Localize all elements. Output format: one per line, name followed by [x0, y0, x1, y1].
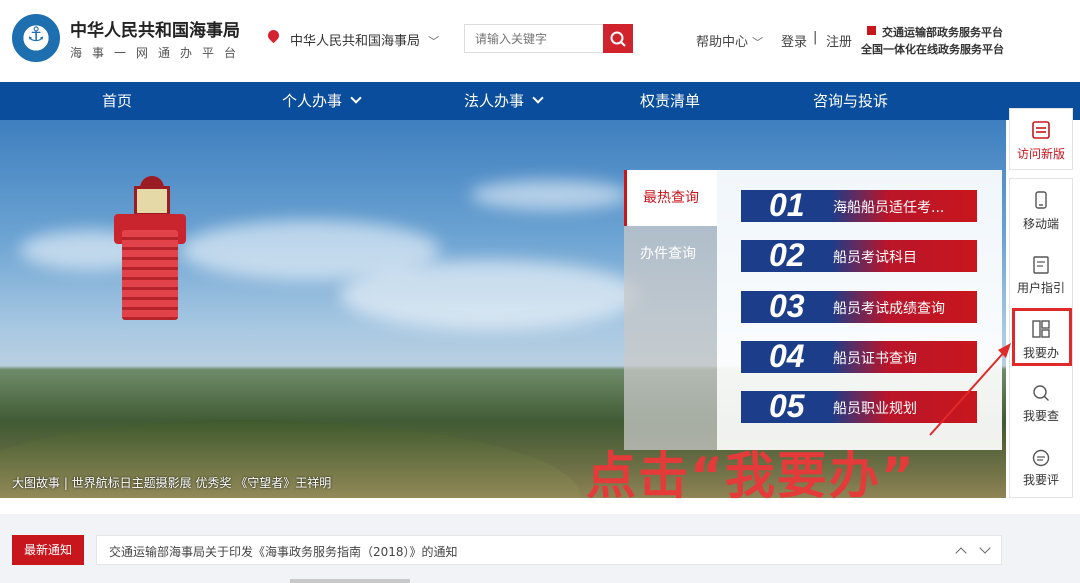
sidebar-item-mobile[interactable]: 移动端: [1010, 215, 1072, 232]
query-item-number: 02: [769, 237, 805, 273]
instruction-annotation: 点击“我要办”: [586, 447, 916, 505]
sidebar-item-user-guide[interactable]: 用户指引: [1010, 279, 1072, 296]
search-button[interactable]: [603, 24, 633, 53]
notice-tag: 最新通知: [12, 535, 84, 565]
query-item-number: 04: [769, 338, 805, 374]
visit-new-version-label: 访问新版: [1016, 147, 1065, 161]
chevron-down-icon: ﹀: [428, 35, 440, 48]
apply-highlight-box: [1012, 308, 1072, 366]
tab-hot-queries[interactable]: 最热查询: [624, 170, 717, 226]
sidebar-item-query[interactable]: 我要查: [1010, 407, 1072, 424]
visit-new-version-button[interactable]: 访问新版: [1009, 108, 1073, 170]
chevron-down-icon[interactable]: [979, 542, 991, 554]
swap-icon: [1032, 121, 1050, 139]
banner-caption[interactable]: 大图故事 | 世界航标日主题摄影展 优秀奖 《守望者》王祥明: [12, 474, 331, 491]
nav-consult-label: 咨询与投诉: [813, 92, 889, 110]
query-item-label: 海船船员适任考...: [833, 200, 945, 216]
nav-home-label: 首页: [102, 92, 133, 110]
nav-home[interactable]: 首页: [102, 82, 132, 120]
query-item[interactable]: 02 船员考试科目: [741, 237, 977, 273]
query-item-number: 03: [769, 288, 805, 324]
sidebar-item-evaluate[interactable]: 我要评: [1010, 471, 1072, 488]
nav-corporate[interactable]: 法人办事: [464, 82, 544, 120]
divider: |: [813, 30, 818, 45]
main-nav: 首页 个人办事 法人办事 权责清单 咨询与投诉: [0, 82, 1080, 120]
platform-link-national[interactable]: 全国一体化在线政务服务平台: [861, 41, 1004, 57]
chevron-down-icon: ﹀: [752, 36, 764, 49]
nav-personal-label: 个人办事: [282, 92, 343, 110]
cloud: [340, 260, 640, 330]
header: 中华人民共和国海事局 海事一网通办平台 中华人民共和国海事局 ﹀ 帮助中心 ﹀ …: [0, 0, 1080, 82]
tab-case-queries[interactable]: 办件查询: [624, 226, 717, 282]
query-item-label: 船员考试科目: [833, 250, 917, 266]
location-pin-icon: [265, 27, 282, 44]
chevron-down-icon: [532, 92, 544, 104]
lighthouse-tower: [122, 230, 178, 320]
location-selector[interactable]: 中华人民共和国海事局 ﹀: [290, 30, 439, 49]
nav-corporate-label: 法人办事: [464, 92, 525, 110]
horizontal-scrollbar[interactable]: [290, 579, 410, 583]
nav-consult[interactable]: 咨询与投诉: [813, 82, 888, 120]
comment-icon: [1032, 449, 1050, 467]
cloud: [470, 180, 630, 210]
query-item[interactable]: 01 海船船员适任考...: [741, 187, 977, 223]
query-item[interactable]: 05 船员职业规划: [741, 388, 977, 424]
site-subtitle: 海事一网通办平台: [70, 46, 247, 60]
nav-personal[interactable]: 个人办事: [282, 82, 362, 120]
query-item-number: 05: [769, 388, 805, 424]
help-center-label: 帮助中心: [696, 35, 749, 50]
login-link[interactable]: 登录: [781, 31, 807, 50]
chevron-up-icon[interactable]: [955, 547, 967, 559]
query-item-label: 船员职业规划: [833, 401, 917, 417]
search-icon: [610, 31, 626, 47]
notice-link[interactable]: 交通运输部海事局关于印发《海事政务服务指南（2018）》的通知: [109, 543, 458, 560]
location-label: 中华人民共和国海事局: [290, 34, 421, 49]
query-item-label: 船员考试成绩查询: [833, 301, 945, 317]
query-item-number: 01: [769, 187, 805, 223]
query-item[interactable]: 03 船员考试成绩查询: [741, 288, 977, 324]
mobile-icon: [1035, 191, 1047, 209]
guide-icon: [1033, 256, 1049, 274]
platform-link-mot[interactable]: 交通运输部政务服务平台: [882, 24, 1003, 40]
chevron-down-icon: [350, 92, 362, 104]
platform-badge-icon: [867, 26, 876, 35]
search-input[interactable]: [464, 24, 604, 53]
search-icon: [1033, 385, 1049, 401]
query-item-label: 船员证书查询: [833, 351, 917, 367]
nav-power-list[interactable]: 权责清单: [640, 82, 700, 120]
register-link[interactable]: 注册: [826, 31, 852, 50]
notice-box: 交通运输部海事局关于印发《海事政务服务指南（2018）》的通知: [96, 535, 1002, 565]
lighthouse-lantern: [134, 186, 170, 216]
query-item[interactable]: 04 船员证书查询: [741, 338, 977, 374]
site-title[interactable]: 中华人民共和国海事局: [70, 16, 240, 41]
china-msa-logo-icon[interactable]: [12, 14, 60, 62]
nav-power-list-label: 权责清单: [640, 92, 701, 110]
help-center-menu[interactable]: 帮助中心 ﹀: [696, 31, 763, 50]
